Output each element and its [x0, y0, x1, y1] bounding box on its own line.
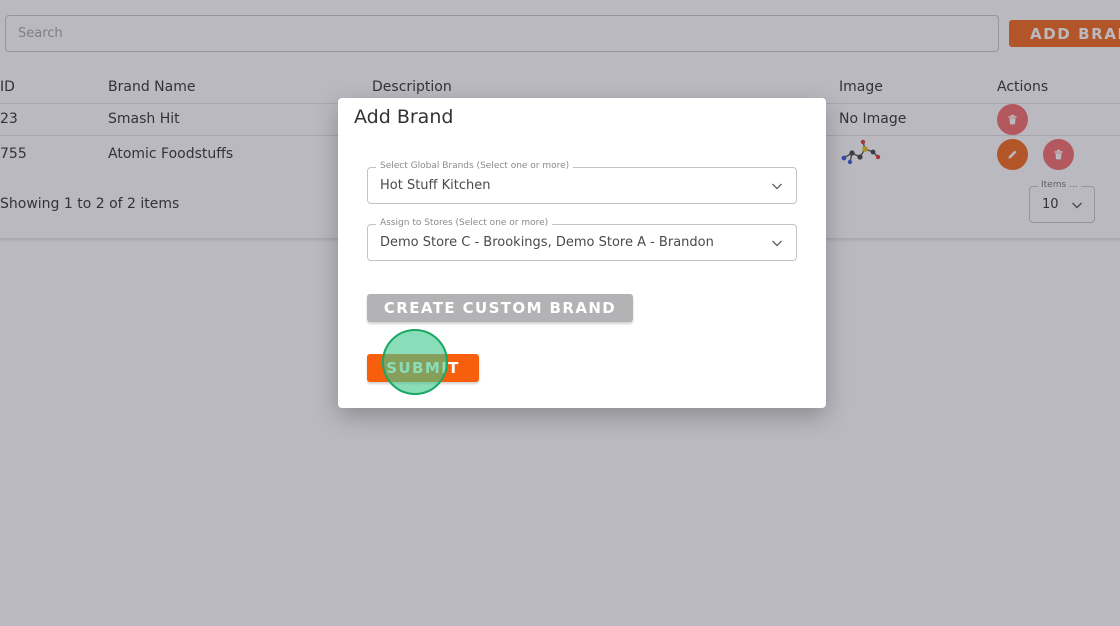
- global-brands-select[interactable]: Select Global Brands (Select one or more…: [367, 161, 797, 204]
- chevron-down-icon: [772, 183, 782, 190]
- dialog-title: Add Brand: [354, 106, 454, 128]
- click-indicator: [382, 329, 448, 395]
- chevron-down-icon: [772, 240, 782, 247]
- assign-stores-select[interactable]: Assign to Stores (Select one or more) De…: [367, 218, 797, 261]
- create-custom-brand-button[interactable]: CREATE CUSTOM BRAND: [367, 294, 633, 322]
- assign-stores-value: Demo Store C - Brookings, Demo Store A -…: [380, 235, 714, 250]
- global-brands-label: Select Global Brands (Select one or more…: [376, 161, 574, 171]
- global-brands-value: Hot Stuff Kitchen: [380, 178, 491, 193]
- assign-stores-label: Assign to Stores (Select one or more): [376, 218, 553, 228]
